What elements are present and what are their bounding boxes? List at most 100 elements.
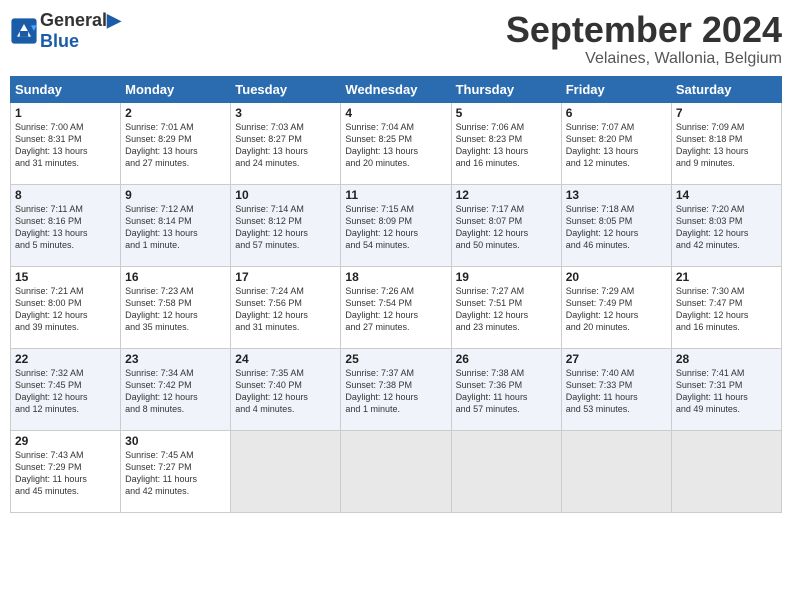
day-number: 7	[676, 106, 777, 120]
calendar-week-2: 8Sunrise: 7:11 AM Sunset: 8:16 PM Daylig…	[11, 184, 782, 266]
calendar-cell: 10Sunrise: 7:14 AM Sunset: 8:12 PM Dayli…	[231, 184, 341, 266]
calendar-cell: 28Sunrise: 7:41 AM Sunset: 7:31 PM Dayli…	[671, 348, 781, 430]
day-number: 4	[345, 106, 446, 120]
calendar-cell: 19Sunrise: 7:27 AM Sunset: 7:51 PM Dayli…	[451, 266, 561, 348]
day-number: 11	[345, 188, 446, 202]
cell-info: Sunrise: 7:37 AM Sunset: 7:38 PM Dayligh…	[345, 367, 446, 416]
calendar-cell: 11Sunrise: 7:15 AM Sunset: 8:09 PM Dayli…	[341, 184, 451, 266]
header: General▶ Blue September 2024 Velaines, W…	[10, 10, 782, 68]
day-header-sunday: Sunday	[11, 76, 121, 102]
calendar-cell	[671, 430, 781, 512]
calendar-cell: 3Sunrise: 7:03 AM Sunset: 8:27 PM Daylig…	[231, 102, 341, 184]
calendar-cell	[231, 430, 341, 512]
cell-info: Sunrise: 7:26 AM Sunset: 7:54 PM Dayligh…	[345, 285, 446, 334]
day-number: 18	[345, 270, 446, 284]
cell-info: Sunrise: 7:32 AM Sunset: 7:45 PM Dayligh…	[15, 367, 116, 416]
calendar-cell: 16Sunrise: 7:23 AM Sunset: 7:58 PM Dayli…	[121, 266, 231, 348]
day-header-monday: Monday	[121, 76, 231, 102]
day-header-friday: Friday	[561, 76, 671, 102]
cell-info: Sunrise: 7:24 AM Sunset: 7:56 PM Dayligh…	[235, 285, 336, 334]
calendar-cell: 2Sunrise: 7:01 AM Sunset: 8:29 PM Daylig…	[121, 102, 231, 184]
day-number: 13	[566, 188, 667, 202]
location: Velaines, Wallonia, Belgium	[506, 50, 782, 68]
logo-text: General▶ Blue	[40, 10, 121, 51]
cell-info: Sunrise: 7:07 AM Sunset: 8:20 PM Dayligh…	[566, 121, 667, 170]
cell-info: Sunrise: 7:27 AM Sunset: 7:51 PM Dayligh…	[456, 285, 557, 334]
calendar-week-3: 15Sunrise: 7:21 AM Sunset: 8:00 PM Dayli…	[11, 266, 782, 348]
day-number: 21	[676, 270, 777, 284]
cell-info: Sunrise: 7:29 AM Sunset: 7:49 PM Dayligh…	[566, 285, 667, 334]
day-number: 19	[456, 270, 557, 284]
calendar-cell: 30Sunrise: 7:45 AM Sunset: 7:27 PM Dayli…	[121, 430, 231, 512]
calendar-cell	[341, 430, 451, 512]
day-number: 9	[125, 188, 226, 202]
cell-info: Sunrise: 7:06 AM Sunset: 8:23 PM Dayligh…	[456, 121, 557, 170]
calendar-cell: 8Sunrise: 7:11 AM Sunset: 8:16 PM Daylig…	[11, 184, 121, 266]
cell-info: Sunrise: 7:20 AM Sunset: 8:03 PM Dayligh…	[676, 203, 777, 252]
day-number: 3	[235, 106, 336, 120]
cell-info: Sunrise: 7:35 AM Sunset: 7:40 PM Dayligh…	[235, 367, 336, 416]
day-number: 28	[676, 352, 777, 366]
day-number: 2	[125, 106, 226, 120]
calendar-cell: 13Sunrise: 7:18 AM Sunset: 8:05 PM Dayli…	[561, 184, 671, 266]
day-header-saturday: Saturday	[671, 76, 781, 102]
cell-info: Sunrise: 7:09 AM Sunset: 8:18 PM Dayligh…	[676, 121, 777, 170]
calendar-cell: 12Sunrise: 7:17 AM Sunset: 8:07 PM Dayli…	[451, 184, 561, 266]
day-number: 15	[15, 270, 116, 284]
day-number: 6	[566, 106, 667, 120]
calendar-container: General▶ Blue September 2024 Velaines, W…	[0, 0, 792, 612]
cell-info: Sunrise: 7:15 AM Sunset: 8:09 PM Dayligh…	[345, 203, 446, 252]
calendar-week-1: 1Sunrise: 7:00 AM Sunset: 8:31 PM Daylig…	[11, 102, 782, 184]
calendar-cell: 23Sunrise: 7:34 AM Sunset: 7:42 PM Dayli…	[121, 348, 231, 430]
day-number: 12	[456, 188, 557, 202]
cell-info: Sunrise: 7:01 AM Sunset: 8:29 PM Dayligh…	[125, 121, 226, 170]
calendar-cell: 9Sunrise: 7:12 AM Sunset: 8:14 PM Daylig…	[121, 184, 231, 266]
day-number: 22	[15, 352, 116, 366]
day-header-wednesday: Wednesday	[341, 76, 451, 102]
title-block: September 2024 Velaines, Wallonia, Belgi…	[506, 10, 782, 68]
day-number: 24	[235, 352, 336, 366]
cell-info: Sunrise: 7:43 AM Sunset: 7:29 PM Dayligh…	[15, 449, 116, 498]
month-title: September 2024	[506, 10, 782, 50]
cell-info: Sunrise: 7:04 AM Sunset: 8:25 PM Dayligh…	[345, 121, 446, 170]
cell-info: Sunrise: 7:41 AM Sunset: 7:31 PM Dayligh…	[676, 367, 777, 416]
calendar-week-4: 22Sunrise: 7:32 AM Sunset: 7:45 PM Dayli…	[11, 348, 782, 430]
calendar-cell: 20Sunrise: 7:29 AM Sunset: 7:49 PM Dayli…	[561, 266, 671, 348]
day-number: 25	[345, 352, 446, 366]
calendar-cell: 29Sunrise: 7:43 AM Sunset: 7:29 PM Dayli…	[11, 430, 121, 512]
cell-info: Sunrise: 7:17 AM Sunset: 8:07 PM Dayligh…	[456, 203, 557, 252]
cell-info: Sunrise: 7:30 AM Sunset: 7:47 PM Dayligh…	[676, 285, 777, 334]
cell-info: Sunrise: 7:12 AM Sunset: 8:14 PM Dayligh…	[125, 203, 226, 252]
day-number: 8	[15, 188, 116, 202]
day-number: 20	[566, 270, 667, 284]
day-header-thursday: Thursday	[451, 76, 561, 102]
days-header-row: SundayMondayTuesdayWednesdayThursdayFrid…	[11, 76, 782, 102]
calendar-cell: 1Sunrise: 7:00 AM Sunset: 8:31 PM Daylig…	[11, 102, 121, 184]
day-number: 16	[125, 270, 226, 284]
cell-info: Sunrise: 7:03 AM Sunset: 8:27 PM Dayligh…	[235, 121, 336, 170]
cell-info: Sunrise: 7:14 AM Sunset: 8:12 PM Dayligh…	[235, 203, 336, 252]
day-header-tuesday: Tuesday	[231, 76, 341, 102]
calendar-cell	[451, 430, 561, 512]
cell-info: Sunrise: 7:11 AM Sunset: 8:16 PM Dayligh…	[15, 203, 116, 252]
day-number: 30	[125, 434, 226, 448]
cell-info: Sunrise: 7:23 AM Sunset: 7:58 PM Dayligh…	[125, 285, 226, 334]
day-number: 1	[15, 106, 116, 120]
calendar-cell: 15Sunrise: 7:21 AM Sunset: 8:00 PM Dayli…	[11, 266, 121, 348]
day-number: 10	[235, 188, 336, 202]
day-number: 29	[15, 434, 116, 448]
day-number: 26	[456, 352, 557, 366]
logo: General▶ Blue	[10, 10, 121, 51]
calendar-cell: 4Sunrise: 7:04 AM Sunset: 8:25 PM Daylig…	[341, 102, 451, 184]
calendar-cell: 17Sunrise: 7:24 AM Sunset: 7:56 PM Dayli…	[231, 266, 341, 348]
day-number: 17	[235, 270, 336, 284]
cell-info: Sunrise: 7:21 AM Sunset: 8:00 PM Dayligh…	[15, 285, 116, 334]
cell-info: Sunrise: 7:38 AM Sunset: 7:36 PM Dayligh…	[456, 367, 557, 416]
cell-info: Sunrise: 7:40 AM Sunset: 7:33 PM Dayligh…	[566, 367, 667, 416]
calendar-cell: 25Sunrise: 7:37 AM Sunset: 7:38 PM Dayli…	[341, 348, 451, 430]
cell-info: Sunrise: 7:34 AM Sunset: 7:42 PM Dayligh…	[125, 367, 226, 416]
calendar-cell: 6Sunrise: 7:07 AM Sunset: 8:20 PM Daylig…	[561, 102, 671, 184]
calendar-table: SundayMondayTuesdayWednesdayThursdayFrid…	[10, 76, 782, 513]
calendar-cell	[561, 430, 671, 512]
logo-icon	[10, 17, 38, 45]
